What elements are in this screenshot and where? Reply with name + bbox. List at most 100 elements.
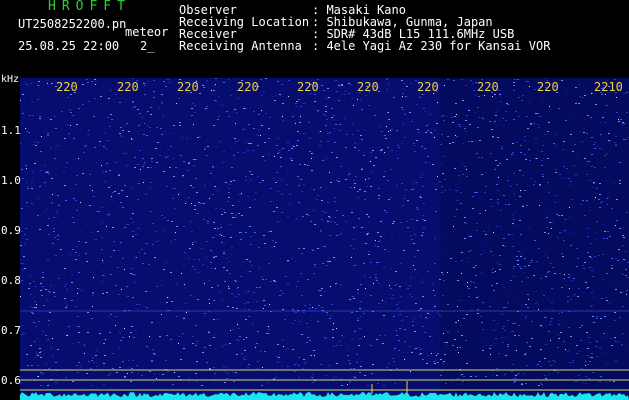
noise-pixel bbox=[315, 308, 317, 309]
noise-pixel bbox=[523, 373, 525, 374]
noise-pixel bbox=[340, 345, 342, 346]
noise-pixel bbox=[333, 257, 335, 258]
noise-pixel bbox=[213, 256, 215, 257]
noise-spark bbox=[115, 325, 116, 326]
noise-pixel bbox=[148, 264, 150, 265]
noise-pixel bbox=[176, 316, 178, 317]
noise-pixel bbox=[593, 296, 595, 297]
noise-pixel bbox=[110, 274, 112, 275]
y-tick: 0.7 bbox=[1, 324, 21, 337]
noise-pixel bbox=[412, 181, 414, 182]
noise-pixel bbox=[170, 294, 172, 295]
noise-pixel bbox=[68, 326, 70, 327]
noise-pixel bbox=[353, 298, 355, 299]
noise-pixel bbox=[422, 296, 424, 297]
noise-pixel bbox=[513, 299, 515, 300]
noise-pixel bbox=[485, 186, 487, 187]
noise-pixel bbox=[443, 115, 445, 116]
noise-pixel bbox=[513, 85, 515, 86]
noise-pixel bbox=[232, 307, 234, 308]
noise-pixel bbox=[239, 336, 241, 337]
noise-pixel bbox=[263, 300, 265, 301]
noise-pixel bbox=[421, 146, 423, 147]
noise-pixel bbox=[318, 290, 320, 291]
noise-pixel bbox=[276, 300, 278, 301]
noise-pixel bbox=[357, 197, 359, 198]
noise-pixel bbox=[49, 312, 51, 313]
noise-pixel bbox=[244, 359, 246, 360]
noise-pixel bbox=[137, 284, 139, 285]
noise-pixel bbox=[606, 198, 608, 199]
noise-pixel bbox=[159, 155, 161, 156]
noise-pixel bbox=[78, 255, 80, 256]
noise-pixel bbox=[545, 291, 547, 292]
noise-pixel bbox=[564, 230, 566, 231]
noise-pixel bbox=[55, 382, 57, 383]
noise-pixel bbox=[567, 285, 569, 286]
noise-pixel bbox=[115, 285, 117, 286]
noise-pixel bbox=[175, 167, 177, 168]
noise-pixel bbox=[253, 128, 255, 129]
noise-spark bbox=[95, 84, 96, 85]
noise-pixel bbox=[325, 212, 327, 213]
noise-spark bbox=[52, 194, 53, 195]
noise-pixel bbox=[431, 341, 433, 342]
noise-pixel bbox=[213, 257, 215, 258]
noise-pixel bbox=[604, 352, 606, 353]
noise-pixel bbox=[124, 125, 126, 126]
noise-pixel bbox=[569, 184, 571, 185]
noise-pixel bbox=[108, 316, 110, 317]
noise-pixel bbox=[374, 115, 376, 116]
noise-pixel bbox=[153, 80, 155, 81]
noise-pixel bbox=[429, 114, 431, 115]
noise-pixel bbox=[297, 169, 299, 170]
noise-pixel bbox=[158, 181, 160, 182]
noise-pixel bbox=[476, 223, 478, 224]
noise-pixel bbox=[422, 215, 424, 216]
noise-pixel bbox=[115, 162, 117, 163]
noise-pixel bbox=[551, 288, 553, 289]
noise-pixel bbox=[353, 248, 355, 249]
noise-pixel bbox=[287, 261, 289, 262]
noise-pixel bbox=[41, 374, 43, 375]
noise-pixel bbox=[147, 243, 149, 244]
noise-spark bbox=[167, 297, 168, 298]
noise-spark bbox=[456, 114, 457, 115]
noise-pixel bbox=[268, 333, 270, 334]
noise-pixel bbox=[326, 314, 328, 315]
noise-pixel bbox=[357, 130, 359, 131]
noise-pixel bbox=[623, 139, 625, 140]
noise-pixel bbox=[167, 220, 169, 221]
noise-pixel bbox=[112, 227, 114, 228]
spectrogram[interactable] bbox=[20, 78, 629, 400]
noise-pixel bbox=[233, 111, 235, 112]
noise-pixel bbox=[229, 224, 231, 225]
noise-pixel bbox=[560, 332, 562, 333]
noise-pixel bbox=[215, 146, 217, 147]
noise-pixel bbox=[271, 247, 273, 248]
noise-pixel bbox=[563, 240, 565, 241]
noise-pixel bbox=[459, 171, 461, 172]
noise-pixel bbox=[137, 109, 139, 110]
noise-pixel bbox=[260, 351, 262, 352]
noise-pixel bbox=[270, 211, 272, 212]
noise-pixel bbox=[29, 115, 31, 116]
noise-pixel bbox=[233, 180, 235, 181]
noise-spark bbox=[105, 339, 106, 340]
noise-spark bbox=[192, 244, 193, 245]
noise-pixel bbox=[327, 202, 329, 203]
noise-pixel bbox=[424, 194, 426, 195]
noise-pixel bbox=[402, 205, 404, 206]
noise-pixel bbox=[139, 304, 141, 305]
noise-pixel bbox=[401, 320, 403, 321]
noise-pixel bbox=[289, 194, 291, 195]
noise-pixel bbox=[96, 366, 98, 367]
noise-pixel bbox=[609, 326, 611, 327]
noise-pixel bbox=[245, 108, 247, 109]
noise-pixel bbox=[428, 259, 430, 260]
noise-pixel bbox=[31, 312, 33, 313]
noise-pixel bbox=[147, 125, 149, 126]
noise-pixel bbox=[349, 381, 351, 382]
noise-pixel bbox=[514, 259, 516, 260]
noise-pixel bbox=[575, 175, 577, 176]
